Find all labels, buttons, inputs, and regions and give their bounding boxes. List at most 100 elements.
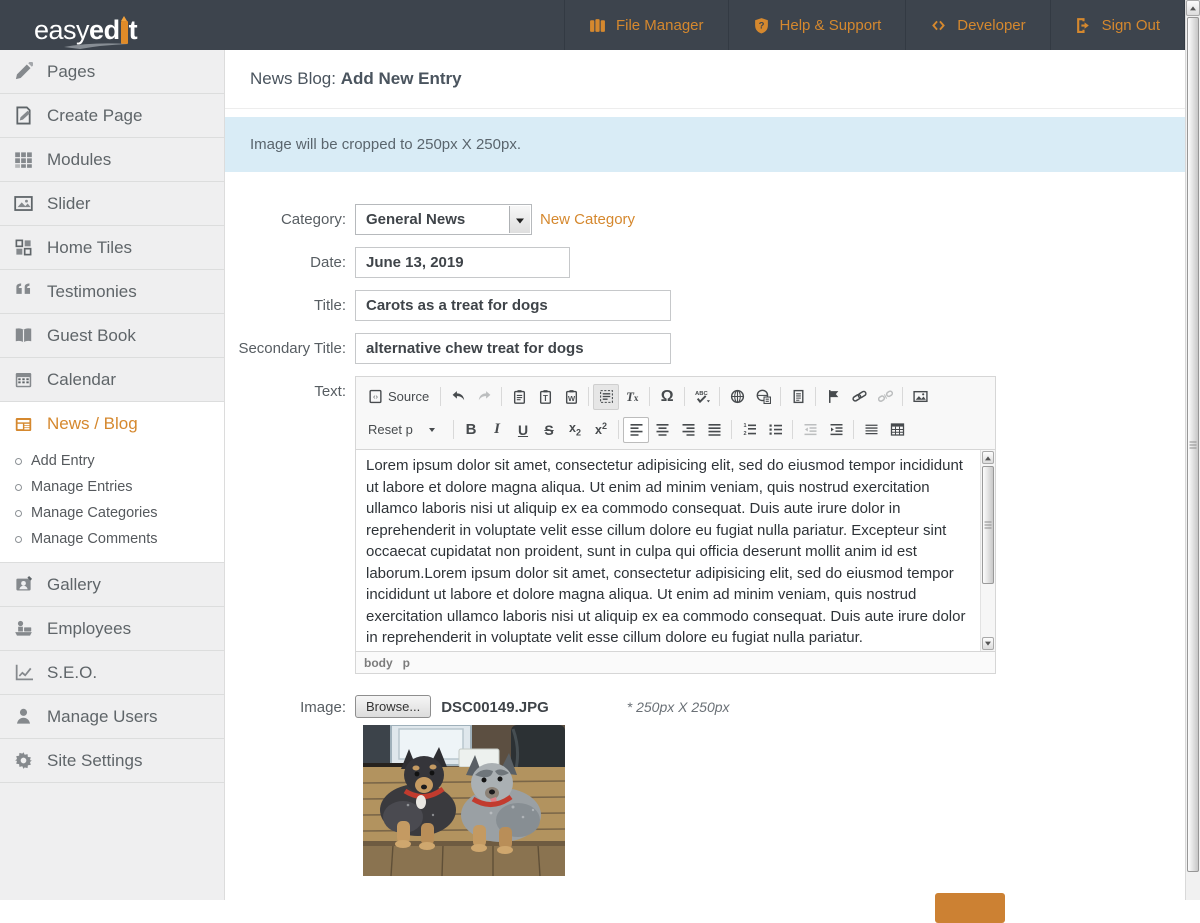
sidebar-item-create-page[interactable]: Create Page <box>0 94 224 138</box>
sidebar-item-testimonies[interactable]: Testimonies <box>0 270 224 314</box>
element-path-body[interactable]: body <box>364 656 393 670</box>
horizontal-rule-button[interactable] <box>858 417 884 443</box>
pencil-logo-icon <box>120 16 128 44</box>
unlink-icon <box>877 389 893 404</box>
select-dropdown-arrow-icon[interactable] <box>509 206 530 233</box>
secondary-title-input[interactable] <box>355 333 671 364</box>
italic-button[interactable]: I <box>484 417 510 443</box>
svg-text:2: 2 <box>743 431 746 437</box>
document-button[interactable] <box>785 384 811 410</box>
save-button[interactable] <box>935 893 1005 923</box>
editor-scrollbar-thumb[interactable] <box>982 466 994 584</box>
date-label: Date: <box>310 254 346 271</box>
sidebar-subitem-add-entry[interactable]: Add Entry <box>0 448 224 474</box>
indent-button[interactable] <box>823 417 849 443</box>
globe-document-icon <box>756 389 771 404</box>
strikethrough-button[interactable]: S <box>536 417 562 443</box>
date-input[interactable] <box>355 247 570 278</box>
unlink-button <box>872 384 898 410</box>
sidebar-item-guest-book[interactable]: Guest Book <box>0 314 224 358</box>
browse-button[interactable]: Browse... <box>355 695 432 718</box>
sidebar-subitem-manage-categories[interactable]: Manage Categories <box>0 500 224 526</box>
sidebar-item-slider[interactable]: Slider <box>0 182 224 226</box>
toolbar-separator <box>588 387 590 406</box>
paragraph-format-select[interactable]: Reset p <box>361 417 449 443</box>
align-center-button[interactable] <box>649 417 675 443</box>
align-justify-button[interactable] <box>701 417 727 443</box>
sidebar-item-s-e-o[interactable]: S.E.O. <box>0 651 224 695</box>
bullet-circle-icon <box>15 535 22 543</box>
chevron-down-icon <box>428 427 435 432</box>
subscript-button[interactable]: x2 <box>562 417 588 443</box>
sidebar-subitem-manage-comments[interactable]: Manage Comments <box>0 526 224 552</box>
superscript-icon: x2 <box>595 421 607 438</box>
bold-button[interactable]: B <box>458 417 484 443</box>
numbered-list-button[interactable]: 12 <box>736 417 762 443</box>
nav-item-help-support[interactable]: ? Help & Support <box>727 0 906 50</box>
sidebar-item-label: Manage Users <box>47 706 158 726</box>
editor-scroll-down-button[interactable] <box>982 637 994 650</box>
sidebar-item-employees[interactable]: Employees <box>0 607 224 651</box>
sidebar-item-gallery[interactable]: Gallery <box>0 563 224 607</box>
element-path-p[interactable]: p <box>403 656 410 670</box>
outdent-icon <box>803 422 818 437</box>
align-right-button[interactable] <box>675 417 701 443</box>
undo-icon <box>451 389 466 404</box>
sidebar-item-home-tiles[interactable]: Home Tiles <box>0 226 224 270</box>
special-char-button[interactable]: Ω <box>654 384 680 410</box>
paste-word-button[interactable]: W <box>558 384 584 410</box>
toolbar-separator <box>618 420 619 439</box>
sidebar-item-label: Testimonies <box>47 281 137 301</box>
remove-format-button[interactable]: Tx <box>619 384 645 410</box>
globe-document-button[interactable] <box>750 384 776 410</box>
sidebar-item-pages[interactable]: Pages <box>0 50 224 94</box>
sidebar-item-calendar[interactable]: Calendar <box>0 358 224 402</box>
page-scrollbar-thumb[interactable] <box>1187 17 1199 872</box>
sidebar-subitem-manage-entries[interactable]: Manage Entries <box>0 474 224 500</box>
page-scrollbar[interactable] <box>1185 0 1200 900</box>
category-label: Category: <box>280 211 346 228</box>
globe-button[interactable] <box>724 384 750 410</box>
anchor-flag-button[interactable] <box>820 384 846 410</box>
paste-button[interactable] <box>506 384 532 410</box>
spellcheck-button[interactable]: ABC <box>689 384 715 410</box>
paste-text-icon: T <box>538 389 553 404</box>
sidebar-item-site-settings[interactable]: Site Settings <box>0 739 224 783</box>
align-left-button[interactable] <box>623 416 649 443</box>
category-select[interactable]: General News <box>355 204 532 235</box>
sidebar-item-label: News / Blog <box>47 414 138 433</box>
sidebar-item-news-blog[interactable]: News / Blog <box>0 402 224 446</box>
align-justify-icon <box>707 422 722 437</box>
title-input[interactable] <box>355 290 671 321</box>
link-button[interactable] <box>846 384 872 410</box>
undo-button[interactable] <box>445 384 471 410</box>
underline-button[interactable]: U <box>510 417 536 443</box>
sidebar-item-manage-users[interactable]: Manage Users <box>0 695 224 739</box>
paste-text-button[interactable]: T <box>532 384 558 410</box>
svg-text:W: W <box>568 394 576 403</box>
logo-text-bold: ed <box>89 15 120 45</box>
editor-scrollbar[interactable] <box>980 450 995 651</box>
new-category-link[interactable]: New Category <box>540 204 635 235</box>
table-button[interactable] <box>884 417 910 443</box>
sidebar-item-modules[interactable]: Modules <box>0 138 224 182</box>
toolbar-separator <box>731 420 732 439</box>
text-label: Text: <box>314 383 346 400</box>
source-button[interactable]: ‹› Source <box>361 384 436 410</box>
add-entry-form: Category: General News New Category Date… <box>225 172 1185 876</box>
select-all-button[interactable] <box>593 383 620 410</box>
editor-scroll-up-button[interactable] <box>982 451 994 464</box>
nav-item-file-manager[interactable]: File Manager <box>563 0 728 50</box>
gallery-icon <box>14 575 33 594</box>
svg-text:‹›: ‹› <box>373 392 378 401</box>
align-left-icon <box>629 422 644 437</box>
nav-item-developer[interactable]: Developer <box>905 0 1049 50</box>
nav-item-sign-out[interactable]: Sign Out <box>1049 0 1185 50</box>
scroll-up-button[interactable] <box>1186 0 1200 16</box>
bulleted-list-button[interactable] <box>762 417 788 443</box>
insert-image-button[interactable] <box>907 384 933 410</box>
editor-toolbar: ‹› Source T W Tx Ω ABC Reset p B I U Sx2 x2 1 2 <box>356 377 995 450</box>
editor-content[interactable]: Lorem ipsum dolor sit amet, consectetur … <box>356 450 980 651</box>
superscript-button[interactable]: x2 <box>588 417 614 443</box>
sidebar-item-label: Calendar <box>47 369 116 389</box>
